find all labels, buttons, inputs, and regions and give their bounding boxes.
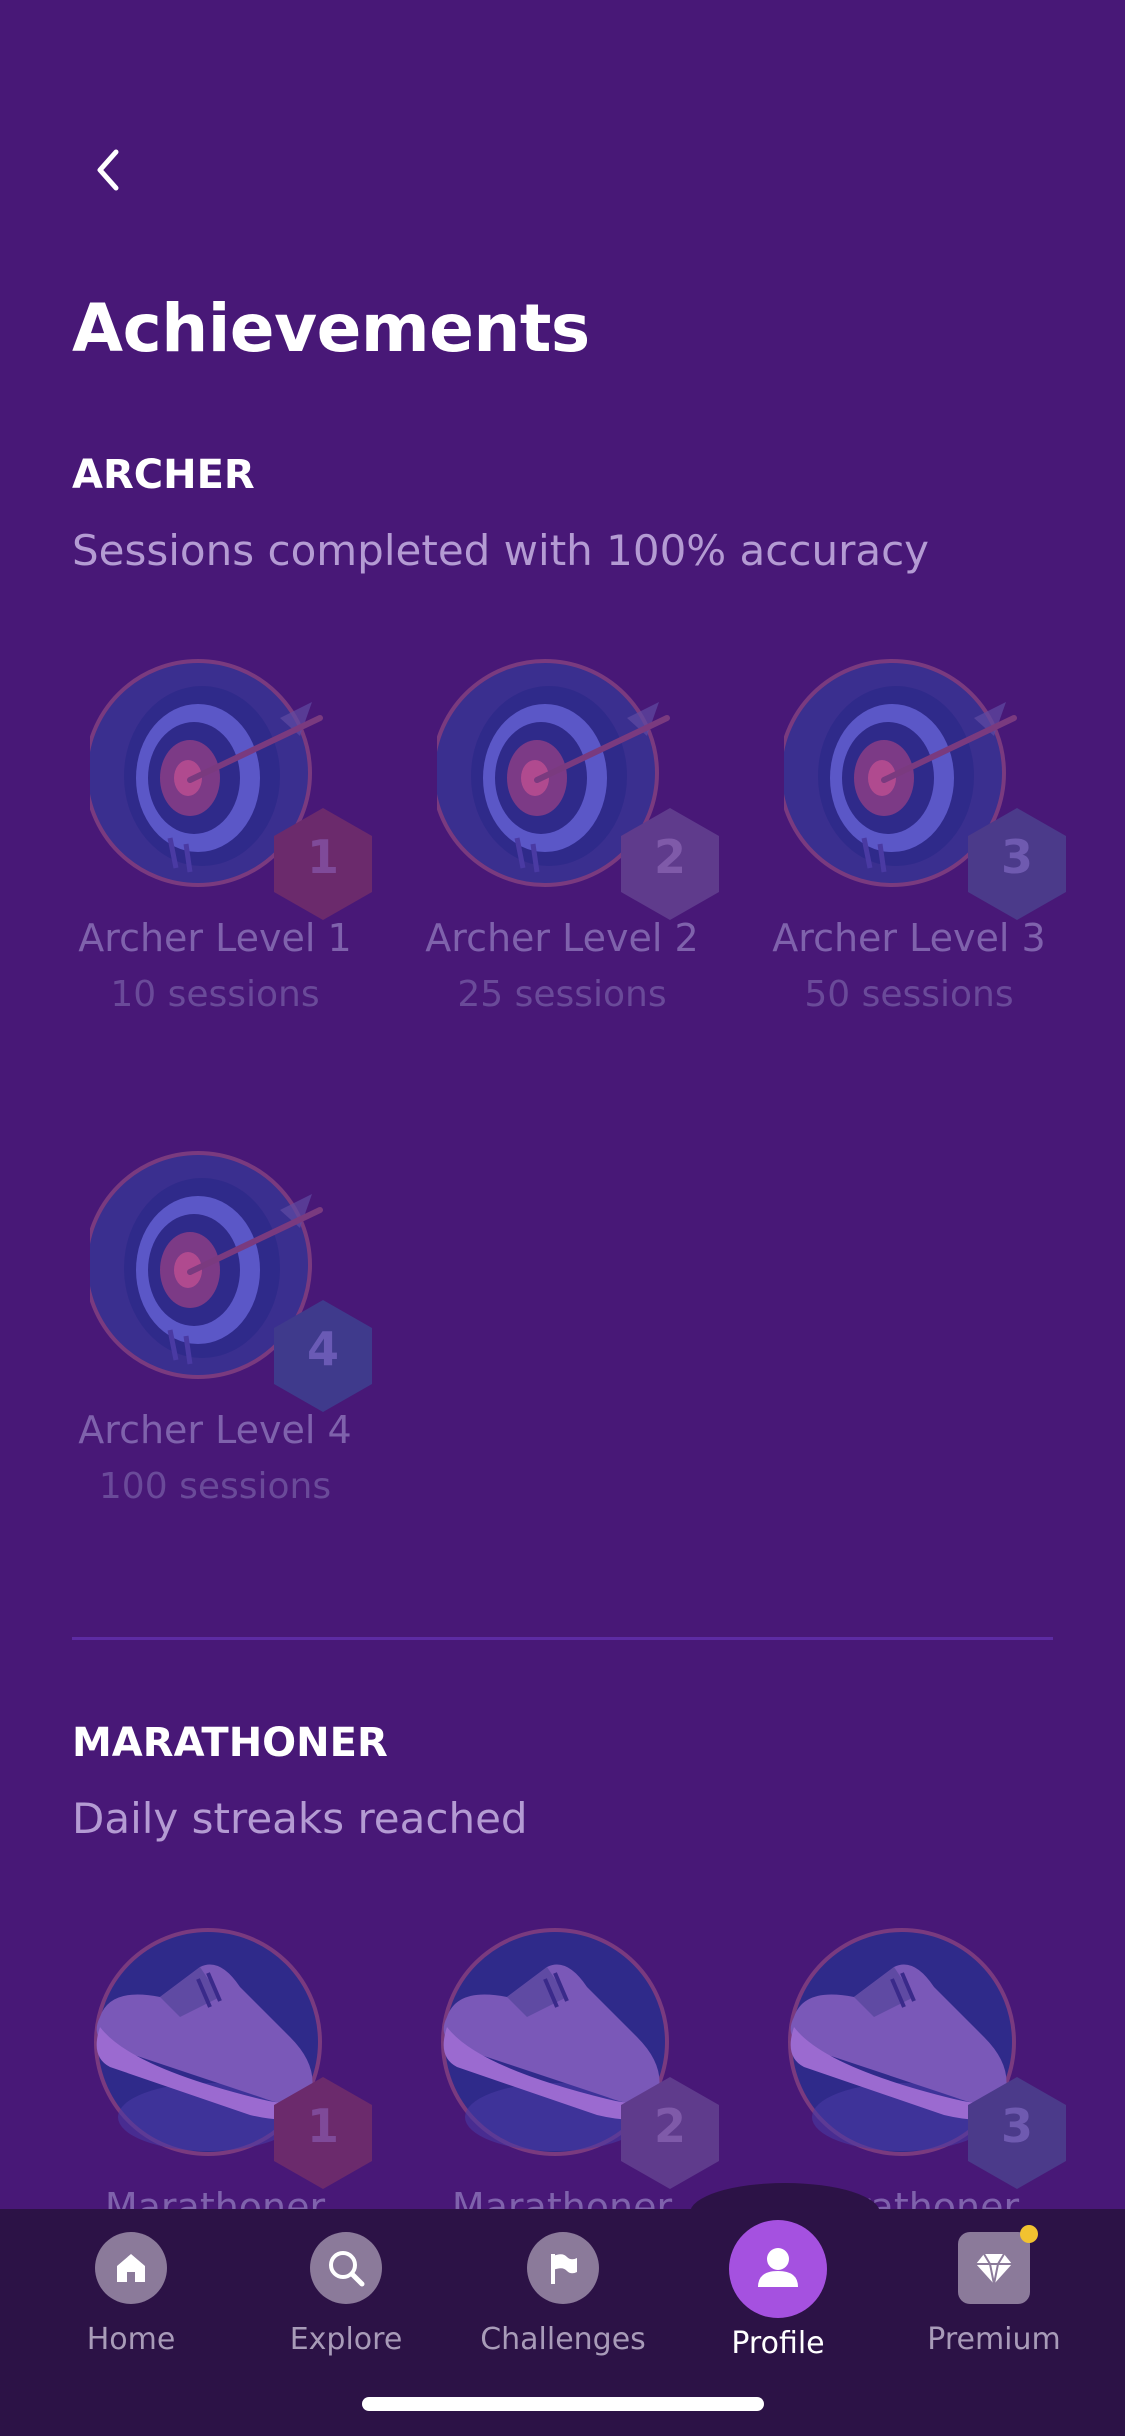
marathoner-badge-art: 3 [784, 1927, 1066, 2189]
nav-item-premium[interactable]: Premium [904, 2232, 1084, 2357]
badge-level-number: 3 [1000, 2099, 1033, 2153]
badge-archer-level-4[interactable]: 4 Archer Level 4 100 sessions [42, 1150, 388, 1507]
badge-marathoner-level-1[interactable]: 1 Marathoner [42, 1927, 388, 2229]
marathoner-badge-art: 1 [90, 1927, 372, 2189]
badge-name: Archer Level 4 [78, 1408, 352, 1452]
home-icon [95, 2232, 167, 2304]
badge-name: Archer Level 2 [425, 916, 699, 960]
nav-label: Profile [731, 2326, 825, 2361]
badge-requirement: 50 sessions [804, 974, 1014, 1015]
badge-requirement: 10 sessions [110, 974, 320, 1015]
nav-item-explore[interactable]: Explore [256, 2232, 436, 2357]
nav-label: Home [86, 2322, 176, 2357]
notification-dot [1020, 2225, 1038, 2243]
badge-level-number: 2 [653, 2099, 686, 2153]
marathoner-badge-art: 2 [437, 1927, 719, 2189]
section-description-archer: Sessions completed with 100% accuracy [72, 526, 930, 575]
badge-level-number: 1 [306, 830, 339, 884]
archer-badge-art: 3 [784, 658, 1066, 920]
archer-badge-art: 1 [90, 658, 372, 920]
archer-badge-art: 4 [90, 1150, 372, 1412]
nav-label: Explore [289, 2322, 403, 2357]
nav-item-profile[interactable]: Profile [688, 2220, 868, 2361]
nav-item-challenges[interactable]: Challenges [473, 2232, 653, 2357]
section-description-marathoner: Daily streaks reached [72, 1794, 528, 1843]
badge-level-number: 2 [653, 830, 686, 884]
badge-level-number: 4 [306, 1322, 339, 1376]
badge-name: Archer Level 1 [78, 916, 352, 960]
person-icon [729, 2220, 827, 2318]
section-divider [72, 1637, 1053, 1640]
badge-level-number: 3 [1000, 830, 1033, 884]
section-title-marathoner: MARATHONER [72, 1720, 388, 1766]
badge-requirement: 100 sessions [98, 1466, 332, 1507]
chevron-left-icon [97, 149, 119, 191]
page-title: Achievements [72, 290, 590, 367]
badge-archer-level-1[interactable]: 1 Archer Level 1 10 sessions [42, 658, 388, 1015]
search-icon [310, 2232, 382, 2304]
flag-icon [527, 2232, 599, 2304]
badge-archer-level-3[interactable]: 3 Archer Level 3 50 sessions [736, 658, 1082, 1015]
section-title-archer: ARCHER [72, 452, 255, 498]
nav-label: Challenges [480, 2322, 646, 2357]
badge-requirement: 25 sessions [457, 974, 667, 1015]
badge-level-number: 1 [306, 2099, 339, 2153]
badge-archer-level-2[interactable]: 2 Archer Level 2 25 sessions [389, 658, 735, 1015]
diamond-icon [958, 2232, 1030, 2304]
back-button[interactable] [80, 140, 140, 200]
archer-badge-art: 2 [437, 658, 719, 920]
badge-marathoner-level-2[interactable]: 2 Marathoner [389, 1927, 735, 2229]
nav-item-home[interactable]: Home [41, 2232, 221, 2357]
badge-name: Archer Level 3 [772, 916, 1046, 960]
home-indicator [362, 2397, 764, 2411]
nav-label: Premium [927, 2322, 1061, 2357]
